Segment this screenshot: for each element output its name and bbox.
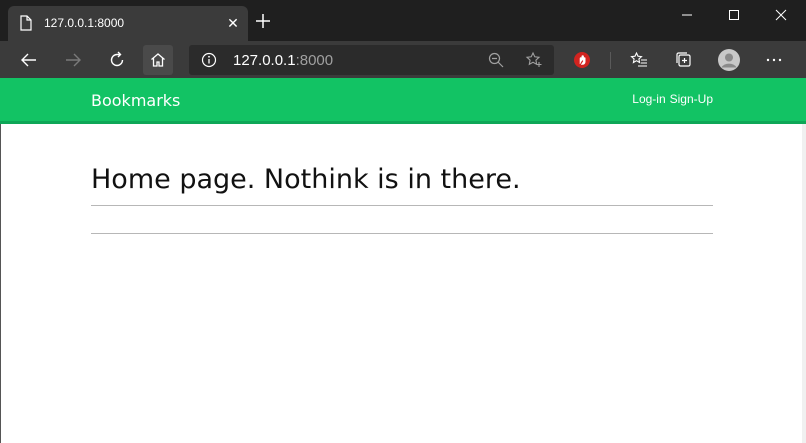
collections-icon xyxy=(676,52,691,67)
auth-links: Log-in Sign-Up xyxy=(628,92,713,106)
add-favorite-icon[interactable] xyxy=(525,51,543,69)
extension-icon xyxy=(574,52,590,68)
page-title: Home page. Nothink is in there. xyxy=(91,164,521,195)
collections-button[interactable] xyxy=(669,45,699,75)
more-menu-button[interactable] xyxy=(759,45,789,75)
forward-button[interactable] xyxy=(58,45,88,75)
arrow-left-icon xyxy=(21,53,36,67)
refresh-icon xyxy=(110,51,124,67)
maximize-icon xyxy=(729,10,739,20)
arrow-right-icon xyxy=(66,53,81,67)
back-button[interactable] xyxy=(14,45,44,75)
divider xyxy=(91,205,713,206)
brand-link[interactable]: Bookmarks xyxy=(91,91,180,110)
home-icon xyxy=(151,53,165,67)
toolbar-divider xyxy=(610,52,611,69)
minimize-button[interactable] xyxy=(664,0,710,30)
site-navbar: Bookmarks Log-in Sign-Up xyxy=(0,78,806,124)
page-icon xyxy=(20,15,32,31)
extension-button[interactable] xyxy=(567,45,597,75)
background-window-edge xyxy=(802,124,806,443)
close-icon xyxy=(775,9,787,21)
browser-toolbar: 127.0.0.1:8000 xyxy=(0,41,806,78)
url-text[interactable]: 127.0.0.1:8000 xyxy=(233,52,333,69)
main-content: Home page. Nothink is in there. xyxy=(91,124,713,234)
avatar-icon xyxy=(718,49,740,71)
home-button[interactable] xyxy=(143,45,173,75)
signup-link[interactable]: Sign-Up xyxy=(670,92,713,106)
login-link[interactable]: Log-in xyxy=(632,92,665,106)
more-icon xyxy=(766,58,782,62)
zoom-out-icon[interactable] xyxy=(488,52,504,68)
window-close-button[interactable] xyxy=(758,0,804,30)
favorites-button[interactable] xyxy=(624,45,654,75)
url-host: 127.0.0.1 xyxy=(233,52,296,69)
favorites-icon xyxy=(630,51,647,67)
browser-tab[interactable]: 127.0.0.1:8000 ✕ xyxy=(8,6,248,41)
minimize-icon xyxy=(682,14,692,16)
divider xyxy=(91,233,713,234)
window-edge xyxy=(0,124,1,443)
tab-close-icon[interactable]: ✕ xyxy=(224,14,242,32)
browser-titlebar: 127.0.0.1:8000 ✕ xyxy=(0,0,806,41)
maximize-button[interactable] xyxy=(711,0,757,30)
new-tab-icon[interactable] xyxy=(254,12,272,30)
tab-title: 127.0.0.1:8000 xyxy=(44,16,125,30)
address-bar[interactable]: 127.0.0.1:8000 xyxy=(189,45,554,75)
profile-button[interactable] xyxy=(714,45,744,75)
info-icon[interactable] xyxy=(201,52,217,68)
refresh-button[interactable] xyxy=(102,45,132,75)
url-port: :8000 xyxy=(295,52,334,69)
